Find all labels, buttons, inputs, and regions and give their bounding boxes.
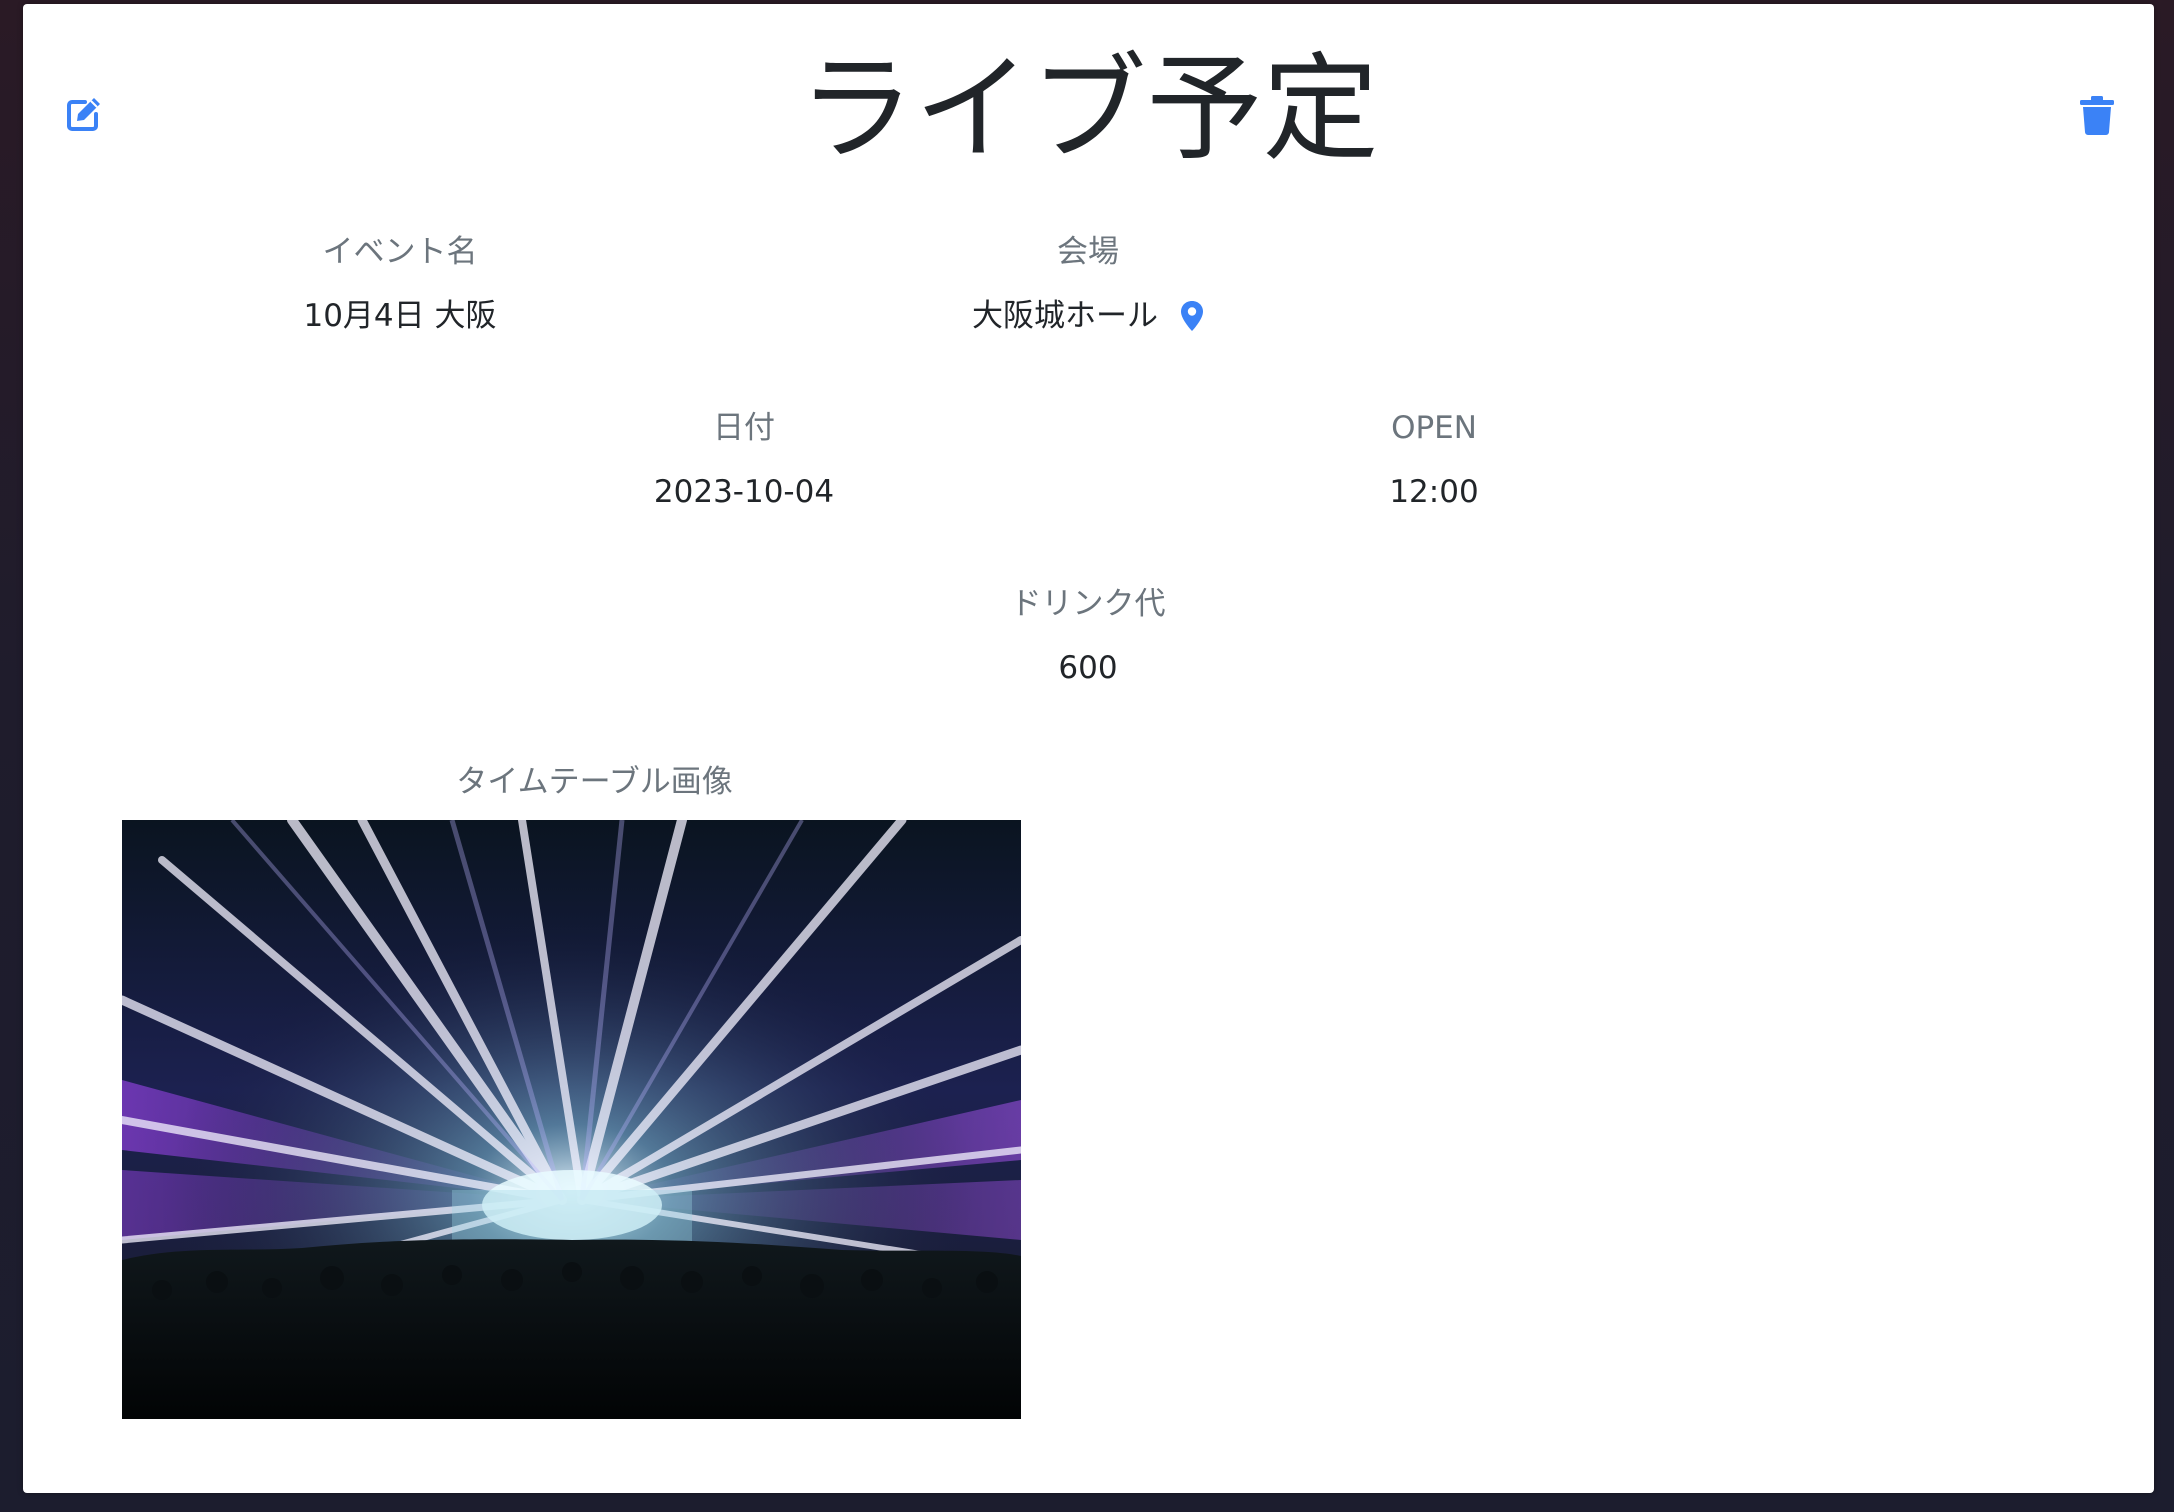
event-name-value: 10月4日 大阪 bbox=[303, 298, 497, 334]
event-name-label: イベント名 bbox=[322, 234, 478, 270]
open-field: OPEN 12:00 bbox=[1134, 408, 1734, 512]
date-label: 日付 bbox=[713, 410, 775, 446]
open-value-row: 12:00 bbox=[1389, 472, 1478, 512]
page-title: ライブ予定 bbox=[798, 42, 1379, 177]
trash-icon[interactable] bbox=[2079, 95, 2115, 135]
date-value: 2023-10-04 bbox=[653, 474, 835, 510]
drink-value: 600 bbox=[1058, 650, 1118, 686]
event-name-field: イベント名 10月4日 大阪 bbox=[100, 232, 700, 336]
drink-value-row: 600 bbox=[1058, 648, 1117, 688]
venue-field: 会場 大阪城ホール bbox=[788, 232, 1388, 336]
date-field: 日付 2023-10-04 bbox=[444, 408, 1044, 512]
timetable-image bbox=[122, 820, 1021, 1419]
drink-label: ドリンク代 bbox=[1010, 586, 1166, 622]
event-name-value-row: 10月4日 大阪 bbox=[303, 296, 496, 336]
timetable-label: タイムテーブル画像 bbox=[456, 764, 733, 800]
venue-label: 会場 bbox=[1057, 234, 1119, 270]
live-detail-card: ライブ予定 イベント名 10月4日 大阪 会場 大阪城ホール 日付 2023-1… bbox=[23, 4, 2154, 1493]
venue-value-row: 大阪城ホール bbox=[972, 296, 1204, 336]
open-label: OPEN bbox=[1391, 410, 1477, 446]
map-pin-icon[interactable] bbox=[1180, 300, 1204, 332]
venue-value: 大阪城ホール bbox=[972, 298, 1158, 334]
drink-field: ドリンク代 600 bbox=[788, 584, 1388, 688]
date-value-row: 2023-10-04 bbox=[654, 472, 834, 512]
open-value: 12:00 bbox=[1389, 474, 1479, 510]
